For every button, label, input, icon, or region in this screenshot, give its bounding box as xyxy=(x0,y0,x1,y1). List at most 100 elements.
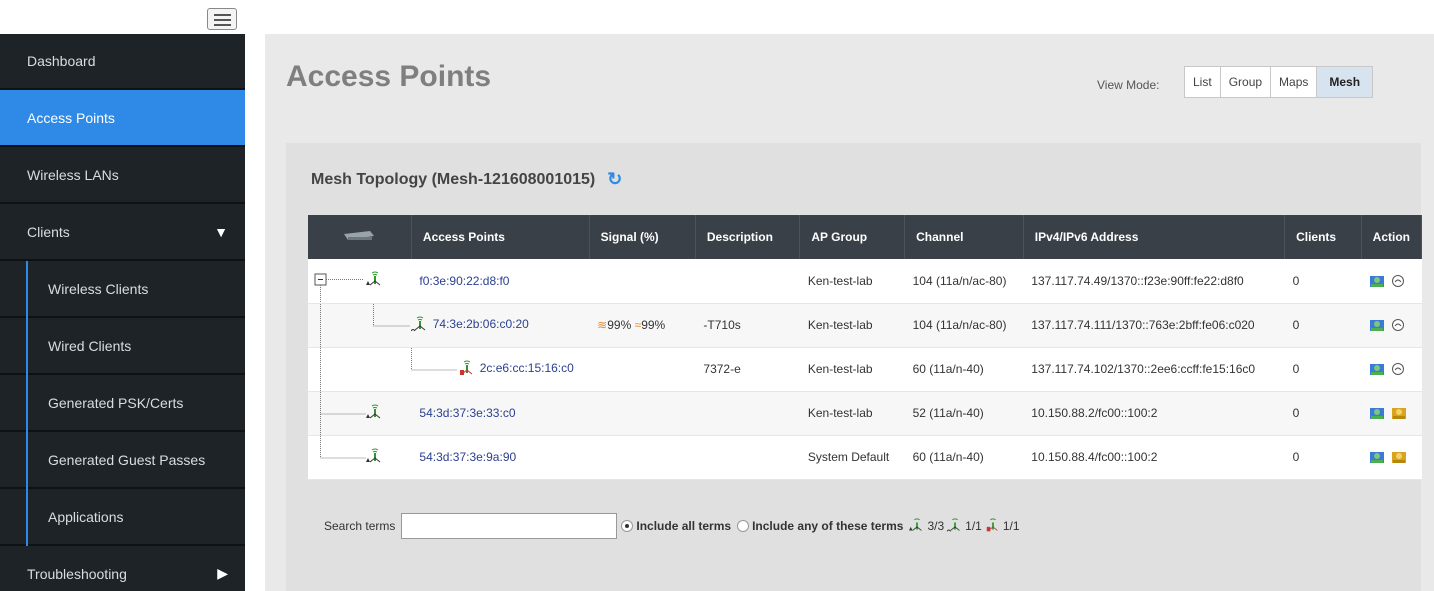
signal-cell xyxy=(589,391,696,436)
col-ip-address[interactable]: IPv4/IPv6 Address xyxy=(1023,215,1286,259)
table-row: 54:3d:37:3e:9a:90 System Default 60 (11a… xyxy=(308,435,1422,480)
tree-connector-icon xyxy=(314,273,364,303)
col-description[interactable]: Description xyxy=(695,215,801,259)
refresh-icon[interactable]: ↻ xyxy=(607,169,622,190)
channel-cell: 104 (11a/n/ac-80) xyxy=(904,303,1024,348)
action-cell xyxy=(1361,391,1422,436)
monitor-ap-icon[interactable] xyxy=(1369,449,1385,465)
search-input[interactable] xyxy=(401,513,618,539)
clients-cell: 0 xyxy=(1284,347,1362,392)
ap-mac[interactable]: 74:3e:2b:06:c0:20 xyxy=(411,303,590,348)
downlink-ap-icon xyxy=(986,518,998,532)
uplink-signal-icon: ≋ xyxy=(597,318,608,332)
mesh-ap-count: 1/1 xyxy=(965,519,982,533)
include-all-radio[interactable] xyxy=(621,520,634,532)
troubleshoot-icon[interactable] xyxy=(1391,318,1405,332)
ip-cell: 137.117.74.102/1370::2ee6:ccff:fe15:16c0 xyxy=(1023,347,1285,392)
sidebar-item-wired-clients[interactable]: Wired Clients xyxy=(0,318,245,375)
sidebar-item-applications[interactable]: Applications xyxy=(0,489,245,546)
channel-cell: 60 (11a/n-40) xyxy=(904,435,1024,480)
ap-group-cell: Ken-test-lab xyxy=(799,347,905,392)
col-clients[interactable]: Clients xyxy=(1284,215,1362,259)
manage-ap-icon[interactable] xyxy=(1391,405,1407,421)
monitor-ap-icon[interactable] xyxy=(1369,405,1385,421)
ip-cell: 10.150.88.2/fc00::100:2 xyxy=(1023,391,1285,436)
downlink-ap-count: 1/1 xyxy=(1002,519,1020,533)
monitor-ap-icon[interactable] xyxy=(1369,361,1385,377)
panel-title: Mesh Topology (Mesh-121608001015) ↻ xyxy=(311,169,623,190)
monitor-ap-icon[interactable] xyxy=(1369,317,1385,333)
ap-mac[interactable]: 54:3d:37:3e:33:c0 xyxy=(411,391,590,436)
description-cell xyxy=(695,391,800,436)
include-any-label[interactable]: Include any of these terms xyxy=(752,519,903,533)
action-cell xyxy=(1361,435,1422,480)
main-content: Access Points View Mode: List Group Maps… xyxy=(265,34,1434,591)
signal-cell xyxy=(589,347,696,392)
view-mode-list-button[interactable]: List xyxy=(1185,67,1221,97)
col-signal[interactable]: Signal (%) xyxy=(589,215,696,259)
tree-cell xyxy=(308,259,412,304)
ap-mac[interactable]: 54:3d:37:3e:9a:90 xyxy=(411,435,590,480)
tree-connector-icon xyxy=(411,347,458,370)
table-row: f0:3e:90:22:d8:f0 Ken-test-lab 104 (11a/… xyxy=(308,259,1422,304)
clients-cell: 0 xyxy=(1284,435,1362,480)
table-row: 54:3d:37:3e:33:c0 Ken-test-lab 52 (11a/n… xyxy=(308,391,1422,436)
view-mode-maps-button[interactable]: Maps xyxy=(1271,67,1318,97)
sidebar-item-troubleshooting[interactable]: Troubleshooting ▶ xyxy=(0,546,245,591)
tree-cell xyxy=(308,347,412,392)
search-row: Search terms Include all terms Include a… xyxy=(324,513,1020,539)
sidebar-item-generated-psk-certs[interactable]: Generated PSK/Certs xyxy=(0,375,245,432)
tree-connector-icon xyxy=(320,435,366,458)
caret-down-icon: ▼ xyxy=(214,223,228,240)
view-mode-group-button[interactable]: Group xyxy=(1221,67,1272,97)
search-label: Search terms xyxy=(324,519,396,533)
clients-cell: 0 xyxy=(1284,259,1362,304)
troubleshoot-icon[interactable] xyxy=(1391,274,1405,288)
channel-cell: 52 (11a/n-40) xyxy=(904,391,1024,436)
ap-group-cell: Ken-test-lab xyxy=(799,259,905,304)
ip-cell: 10.150.88.4/fc00::100:2 xyxy=(1023,435,1285,480)
col-channel[interactable]: Channel xyxy=(904,215,1024,259)
ap-group-cell: Ken-test-lab xyxy=(799,303,905,348)
ap-mac[interactable]: 2c:e6:cc:15:16:c0 xyxy=(411,347,590,392)
description-cell xyxy=(695,435,800,480)
col-action: Action xyxy=(1361,215,1423,259)
tree-cell xyxy=(308,391,412,436)
table-row: 74:3e:2b:06:c0:20 ≋99% ≈99% -T710s Ken-t… xyxy=(308,303,1422,348)
manage-ap-icon[interactable] xyxy=(1391,449,1407,465)
menu-icon[interactable] xyxy=(207,8,237,30)
mesh-ap-icon xyxy=(947,518,960,532)
top-bar xyxy=(0,0,1434,34)
signal-cell xyxy=(589,259,696,304)
troubleshoot-icon[interactable] xyxy=(1391,362,1405,376)
sidebar-item-wireless-lans[interactable]: Wireless LANs xyxy=(0,147,245,204)
ap-mac[interactable]: f0:3e:90:22:d8:f0 xyxy=(411,259,590,304)
tree-connector-icon xyxy=(320,391,366,436)
signal-cell xyxy=(589,435,696,480)
sidebar-item-generated-guest-passes[interactable]: Generated Guest Passes xyxy=(0,432,245,489)
sidebar-item-dashboard[interactable]: Dashboard xyxy=(0,34,245,90)
root-ap-header-icon xyxy=(308,215,412,259)
root-ap-icon xyxy=(366,271,381,286)
sidebar-item-access-points[interactable]: Access Points xyxy=(0,90,245,147)
mesh-ap-icon xyxy=(411,316,426,332)
ip-cell: 137.117.74.49/1370::f23e:90ff:fe22:d8f0 xyxy=(1023,259,1285,304)
col-ap-group[interactable]: AP Group xyxy=(799,215,906,259)
ap-group-cell: System Default xyxy=(799,435,905,480)
include-any-radio[interactable] xyxy=(737,520,750,532)
clients-cell: 0 xyxy=(1284,303,1362,348)
monitor-ap-icon[interactable] xyxy=(1369,273,1385,289)
sidebar-item-clients[interactable]: Clients ▼ xyxy=(0,204,245,261)
view-mode-mesh-button[interactable]: Mesh xyxy=(1317,67,1373,97)
channel-cell: 60 (11a/n-40) xyxy=(904,347,1024,392)
sidebar-item-wireless-clients[interactable]: Wireless Clients xyxy=(0,261,245,318)
ip-cell: 137.117.74.111/1370::763e:2bff:fe06:c020 xyxy=(1023,303,1285,348)
root-ap-icon xyxy=(909,518,923,531)
action-cell xyxy=(1361,347,1422,392)
include-all-label[interactable]: Include all terms xyxy=(636,519,731,533)
sidebar: Dashboard Access Points Wireless LANs Cl… xyxy=(0,34,245,591)
root-ap-icon xyxy=(366,448,381,462)
col-access-points[interactable]: Access Points xyxy=(411,215,590,259)
action-cell xyxy=(1361,303,1422,348)
page-title: Access Points xyxy=(286,60,492,93)
